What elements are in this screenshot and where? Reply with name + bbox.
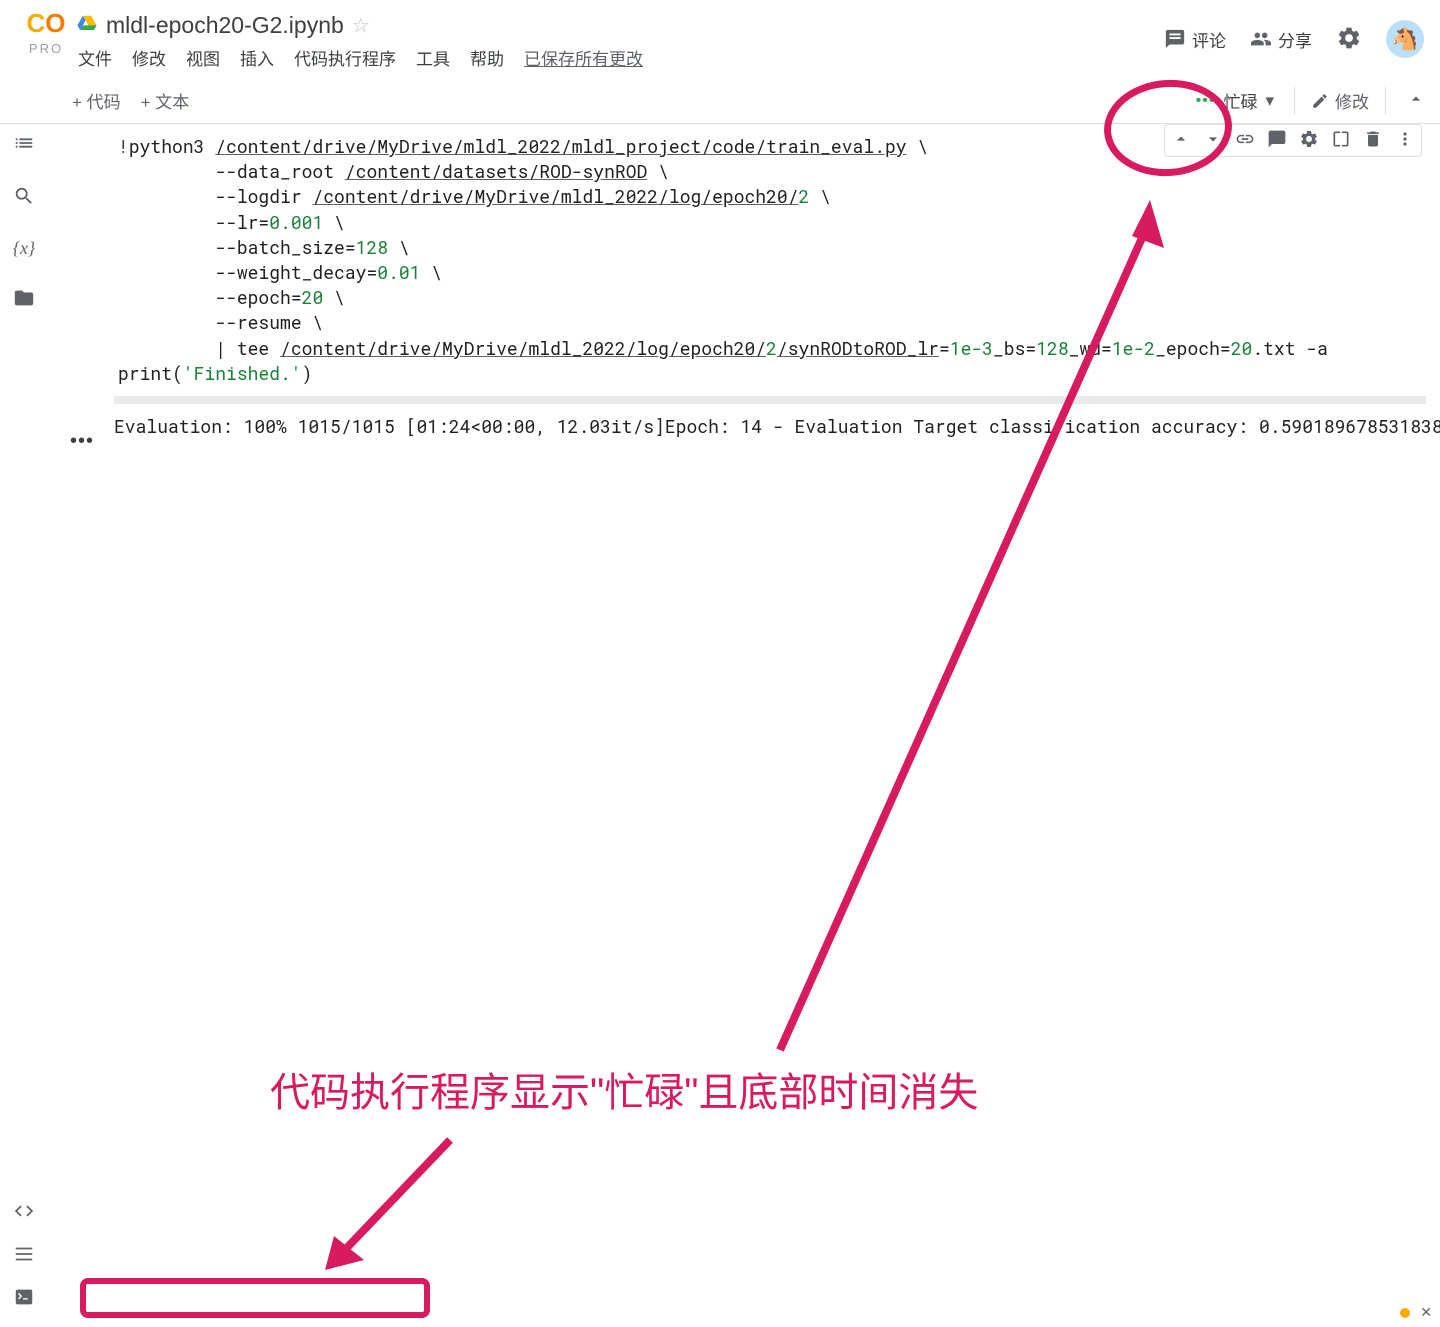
- header: CO PRO mldl-epoch20-G2.ipynb ☆ 文件 修改 视图 …: [0, 0, 1440, 78]
- delete-cell-icon[interactable]: [1363, 129, 1383, 152]
- variables-icon[interactable]: {x}: [13, 238, 35, 259]
- command-palette-icon[interactable]: [13, 1243, 35, 1268]
- toc-icon[interactable]: [13, 132, 35, 157]
- title-row: mldl-epoch20-G2.ipynb ☆: [76, 12, 1164, 39]
- menu-bar: 文件 修改 视图 插入 代码执行程序 工具 帮助 已保存所有更改: [76, 45, 1164, 70]
- comment-label: 评论: [1192, 27, 1226, 52]
- share-button[interactable]: 分享: [1250, 27, 1312, 52]
- edit-button[interactable]: 修改: [1301, 88, 1379, 113]
- title-menu-area: mldl-epoch20-G2.ipynb ☆ 文件 修改 视图 插入 代码执行…: [76, 8, 1164, 70]
- header-right: 评论 分享 🐴: [1164, 8, 1424, 58]
- settings-icon[interactable]: [1336, 25, 1362, 54]
- colab-logo[interactable]: CO PRO: [16, 8, 76, 56]
- add-buttons: + 代码 + 文本: [48, 88, 189, 113]
- menu-insert[interactable]: 插入: [240, 45, 274, 70]
- share-label: 分享: [1278, 27, 1312, 52]
- search-icon[interactable]: [13, 185, 35, 210]
- cell-resize-bar[interactable]: [114, 396, 1426, 404]
- chevron-down-icon: ▾: [1265, 91, 1274, 111]
- status-dot-icon: [1400, 1308, 1410, 1318]
- main-area: !python3 /content/drive/MyDrive/mldl_202…: [48, 124, 1440, 1327]
- left-rail: {x}: [0, 78, 48, 1327]
- save-status[interactable]: 已保存所有更改: [524, 45, 643, 70]
- menu-tools[interactable]: 工具: [416, 45, 450, 70]
- output-more-icon[interactable]: •••: [70, 430, 94, 453]
- toolbar: + 代码 + 文本 ••• 忙碌 ▾ 修改: [0, 78, 1440, 124]
- file-title[interactable]: mldl-epoch20-G2.ipynb: [106, 12, 344, 39]
- mirror-cell-icon[interactable]: [1331, 129, 1351, 152]
- menu-edit[interactable]: 修改: [132, 45, 166, 70]
- menu-runtime[interactable]: 代码执行程序: [294, 45, 396, 70]
- collapse-button[interactable]: [1392, 89, 1440, 112]
- comment-button[interactable]: 评论: [1164, 27, 1226, 52]
- add-code-button[interactable]: + 代码: [72, 88, 121, 113]
- edit-label: 修改: [1335, 88, 1369, 113]
- drive-icon[interactable]: [76, 13, 98, 38]
- code-snippet-icon[interactable]: [13, 1200, 35, 1225]
- add-text-button[interactable]: + 文本: [141, 88, 190, 113]
- separator: [1385, 87, 1386, 115]
- cell-toolbar: [1164, 124, 1422, 157]
- settings-cell-icon[interactable]: [1299, 129, 1319, 152]
- avatar[interactable]: 🐴: [1386, 20, 1424, 58]
- bottom-status: ✕: [1400, 1304, 1432, 1321]
- status-label: 忙碌: [1223, 88, 1257, 113]
- colab-logo-icon: CO: [26, 8, 65, 39]
- busy-dots-icon: •••: [1196, 92, 1216, 110]
- move-down-icon[interactable]: [1203, 129, 1223, 152]
- terminal-icon[interactable]: [13, 1286, 35, 1311]
- star-icon[interactable]: ☆: [352, 13, 370, 38]
- link-icon[interactable]: [1235, 129, 1255, 152]
- menu-help[interactable]: 帮助: [470, 45, 504, 70]
- separator: [1294, 87, 1295, 115]
- pro-label: PRO: [29, 41, 63, 56]
- menu-file[interactable]: 文件: [78, 45, 112, 70]
- close-icon[interactable]: ✕: [1420, 1304, 1432, 1321]
- folder-icon[interactable]: [13, 287, 35, 312]
- code-cell-wrap: !python3 /content/drive/MyDrive/mldl_202…: [48, 124, 1440, 449]
- more-vert-icon[interactable]: [1395, 129, 1415, 152]
- code-cell[interactable]: !python3 /content/drive/MyDrive/mldl_202…: [70, 124, 1440, 396]
- output-cell: Evaluation: 100% 1015/1015 [01:24<00:00,…: [70, 404, 1440, 449]
- menu-view[interactable]: 视图: [186, 45, 220, 70]
- runtime-status-button[interactable]: ••• 忙碌 ▾: [1182, 83, 1288, 119]
- move-up-icon[interactable]: [1171, 129, 1191, 152]
- comment-cell-icon[interactable]: [1267, 129, 1287, 152]
